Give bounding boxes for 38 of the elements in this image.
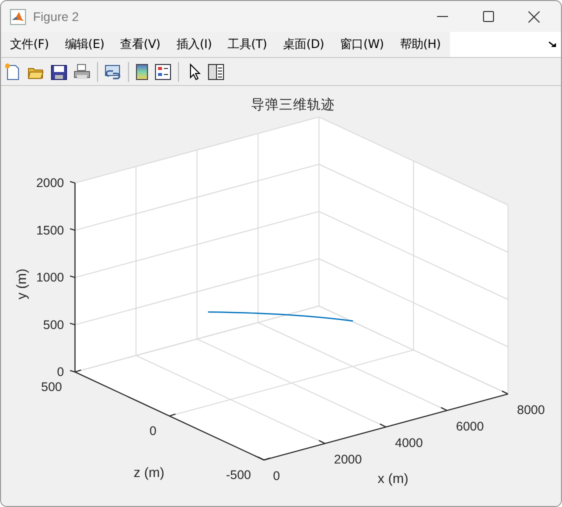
print-icon[interactable] <box>73 62 91 80</box>
new-file-icon[interactable] <box>4 62 22 80</box>
tick-label: -500 <box>226 468 251 482</box>
menu-item[interactable]: 查看(V) <box>113 36 168 53</box>
link-icon[interactable] <box>104 62 122 80</box>
tick-label: 8000 <box>517 403 545 417</box>
app-icon <box>10 8 26 24</box>
arrow-icon[interactable] <box>548 40 557 49</box>
axis-label: z (m) <box>134 465 164 480</box>
axis-label: x (m) <box>378 471 408 486</box>
colorbar-icon[interactable] <box>135 62 149 80</box>
tick-label: 2000 <box>36 176 64 190</box>
tick-label: 2000 <box>334 452 362 466</box>
menu-item[interactable]: 工具(T) <box>220 36 274 53</box>
tick-label: 0 <box>57 365 64 379</box>
menu-item[interactable]: 插入(I) <box>169 36 219 53</box>
tick-label: 500 <box>41 380 62 394</box>
menu-item[interactable]: 文件(F) <box>3 36 56 53</box>
axis-label: y (m) <box>14 268 29 300</box>
menu-item[interactable]: 窗口(W) <box>333 36 391 53</box>
close-icon <box>528 10 540 22</box>
property-inspector-icon[interactable] <box>207 62 225 80</box>
menu-item[interactable]: 帮助(H) <box>392 36 448 53</box>
window-title: Figure 2 <box>33 10 80 24</box>
tick-label: 1500 <box>36 223 64 238</box>
chart-title: 导弹三维轨迹 <box>251 97 335 112</box>
save-icon[interactable] <box>50 62 68 80</box>
tick-label: 0 <box>273 469 280 483</box>
tick-label: 4000 <box>395 436 423 450</box>
tick-label: 6000 <box>456 420 484 434</box>
tick-label: 0 <box>150 424 156 438</box>
tick-label: 500 <box>43 318 64 332</box>
menu-item[interactable]: 编辑(E) <box>58 36 112 53</box>
menu-item[interactable]: 桌面(D) <box>276 36 332 53</box>
tick-label: 1000 <box>36 270 64 284</box>
legend-icon[interactable] <box>154 62 172 80</box>
maximize-icon <box>482 11 494 22</box>
pointer-icon[interactable] <box>188 62 202 80</box>
